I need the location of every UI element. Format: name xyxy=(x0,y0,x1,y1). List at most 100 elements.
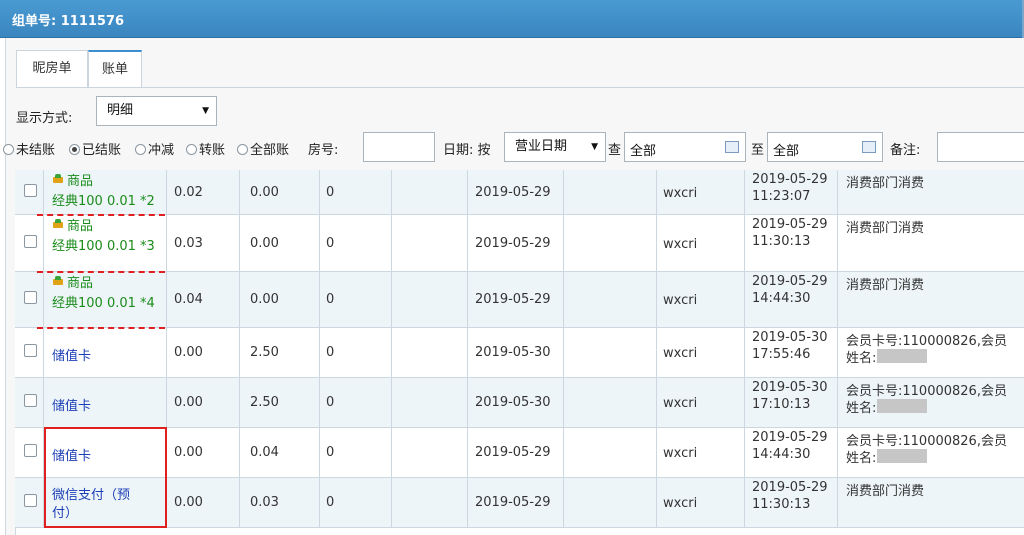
record-date: 2019-05-30 xyxy=(752,380,828,395)
display-mode-label: 显示方式: xyxy=(16,111,73,126)
column-divider xyxy=(391,170,392,214)
record-time: 11:30:13 xyxy=(752,234,811,249)
item-label: 商品 xyxy=(67,276,94,291)
row-checkbox[interactable] xyxy=(24,394,37,407)
column-divider xyxy=(239,328,240,377)
column-divider xyxy=(319,215,320,271)
row-checkbox[interactable] xyxy=(24,344,37,357)
query-label: 查 xyxy=(608,143,622,158)
window-title: 组单号: 1111576 xyxy=(12,14,125,29)
operator: wxcri xyxy=(663,396,698,411)
radio-settled[interactable]: 已结账 xyxy=(69,139,121,158)
column-divider xyxy=(837,378,838,427)
column-divider xyxy=(467,170,468,214)
column-divider xyxy=(563,272,564,327)
calendar-icon[interactable] xyxy=(725,141,739,153)
column-divider xyxy=(239,378,240,427)
room-label: 房号: xyxy=(308,143,339,158)
tab-bill[interactable]: 账单 xyxy=(88,50,142,87)
remark-input[interactable] xyxy=(937,132,1024,162)
remark: 消费部门消费 xyxy=(846,221,925,236)
row-checkbox[interactable] xyxy=(24,235,37,248)
table-row[interactable]: 商品 经典100 0.01 *2 0.02 0.00 0 2019-05-29 wxcri 2… xyxy=(15,170,1024,215)
date-from-input[interactable]: 全部 xyxy=(624,132,746,162)
record-date: 2019-05-30 xyxy=(752,330,828,345)
column-divider xyxy=(239,170,240,214)
column-divider xyxy=(656,428,657,477)
table-row[interactable]: 商品 经典100 0.01 *4 0.04 0.00 0 2019-05-29 wxcri 2… xyxy=(15,272,1024,328)
business-date: 2019-05-29 xyxy=(475,236,551,251)
business-date: 2019-05-30 xyxy=(475,345,551,360)
table-row[interactable]: 商品 经典100 0.01 *3 0.03 0.00 0 2019-05-29 wxcri 2… xyxy=(15,215,1024,272)
credit-amount: 0.04 xyxy=(250,445,279,460)
column-divider xyxy=(239,428,240,477)
column-divider xyxy=(744,215,745,271)
item-detail: 经典100 0.01 *4 xyxy=(52,296,155,311)
item-name: 储值卡 xyxy=(52,349,92,364)
radio-all[interactable]: 全部账 xyxy=(237,139,289,158)
item-label: 商品 xyxy=(67,174,94,189)
item-detail: 经典100 0.01 *2 xyxy=(52,194,155,209)
dashed-highlight-line xyxy=(37,271,165,273)
column-divider xyxy=(391,378,392,427)
table-row[interactable]: 储值卡 0.00 2.50 0 2019-05-30 wxcri 2019-05-30 17:… xyxy=(15,378,1024,428)
column-divider xyxy=(563,378,564,427)
radio-offset[interactable]: 冲减 xyxy=(135,139,174,158)
radio-unsettled[interactable]: 未结账 xyxy=(3,139,55,158)
date-type-value: 营业日期 xyxy=(515,139,568,154)
count-value: 0 xyxy=(326,495,335,510)
credit-amount: 0.00 xyxy=(250,236,279,251)
row-checkbox[interactable] xyxy=(24,184,37,197)
count-value: 0 xyxy=(326,185,335,200)
column-divider xyxy=(467,272,468,327)
radio-transfer[interactable]: 转账 xyxy=(186,139,225,158)
calendar-icon[interactable] xyxy=(862,141,876,153)
radio-transfer-dot xyxy=(186,144,197,155)
row-checkbox[interactable] xyxy=(24,444,37,457)
column-divider xyxy=(166,378,167,427)
dashed-highlight-line xyxy=(37,327,165,329)
business-date: 2019-05-29 xyxy=(475,292,551,307)
chevron-down-icon: ▼ xyxy=(202,106,209,116)
debit-amount: 0.02 xyxy=(174,185,203,200)
record-date: 2019-05-29 xyxy=(752,172,828,187)
credit-amount: 0.00 xyxy=(250,185,279,200)
date-to-input[interactable]: 全部 xyxy=(767,132,883,162)
shopping-cart-icon xyxy=(52,174,66,186)
item-detail: 经典100 0.01 *3 xyxy=(52,239,155,254)
row-checkbox[interactable] xyxy=(24,291,37,304)
business-date: 2019-05-29 xyxy=(475,495,551,510)
column-divider xyxy=(239,272,240,327)
radio-offset-dot xyxy=(135,144,146,155)
remark: 消费部门消费 xyxy=(846,484,925,499)
column-divider xyxy=(744,272,745,327)
to-label: 至 xyxy=(751,143,765,158)
column-divider xyxy=(319,328,320,377)
highlight-box xyxy=(44,427,167,528)
tab-room-order[interactable]: 昵房单 xyxy=(16,50,88,87)
date-to-value: 全部 xyxy=(773,144,800,159)
date-type-select[interactable]: 营业日期 ▼ xyxy=(504,132,606,162)
table-row[interactable]: 储值卡 0.00 2.50 0 2019-05-30 wxcri 2019-05-30 17:… xyxy=(15,328,1024,378)
column-divider xyxy=(166,215,167,271)
tab-divider xyxy=(16,87,1024,88)
row-checkbox[interactable] xyxy=(24,494,37,507)
column-divider xyxy=(837,215,838,271)
shopping-cart-icon xyxy=(52,276,66,288)
column-divider xyxy=(391,272,392,327)
column-divider xyxy=(166,272,167,327)
date-from-value: 全部 xyxy=(630,144,657,159)
column-divider xyxy=(656,215,657,271)
column-divider xyxy=(43,170,44,214)
count-value: 0 xyxy=(326,395,335,410)
debit-amount: 0.00 xyxy=(174,445,203,460)
column-divider xyxy=(563,215,564,271)
column-divider xyxy=(239,478,240,527)
display-mode-select[interactable]: 明细 ▼ xyxy=(96,96,217,126)
column-divider xyxy=(837,170,838,214)
credit-amount: 0.00 xyxy=(250,292,279,307)
remark: 消费部门消费 xyxy=(846,278,925,293)
room-input[interactable] xyxy=(363,132,435,162)
debit-amount: 0.00 xyxy=(174,345,203,360)
item-name: 商品 xyxy=(52,215,93,234)
